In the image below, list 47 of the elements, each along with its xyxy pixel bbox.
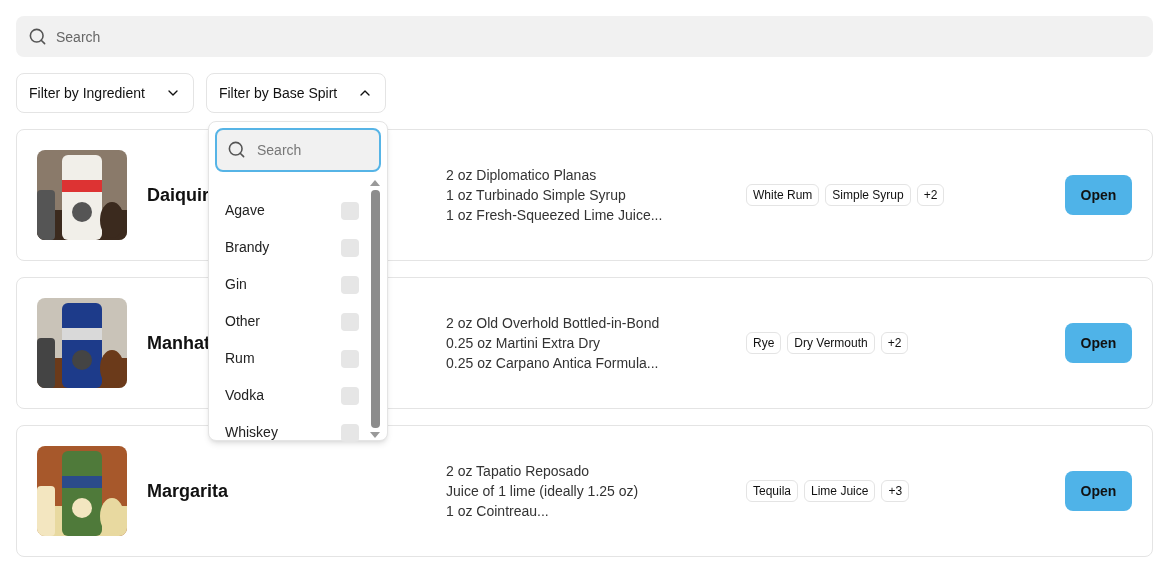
cocktail-name: Margarita [147, 479, 229, 503]
ingredient-line: 0.25 oz Carpano Antica Formula... [446, 354, 660, 373]
checkbox[interactable] [341, 201, 359, 220]
option-item[interactable]: Gin [215, 266, 369, 303]
option-item[interactable]: Other [215, 303, 369, 340]
option-item[interactable]: Brandy [215, 229, 369, 266]
open-button[interactable]: Open [1065, 175, 1132, 215]
tag: White Rum [746, 184, 820, 206]
tag: Simple Syrup [825, 184, 911, 206]
tag: Dry Vermouth [787, 332, 875, 354]
checkbox[interactable] [341, 238, 359, 257]
cocktail-name: Daiquir [147, 183, 209, 207]
filter-dropdown[interactable]: Filter by Base Spirt [205, 73, 387, 113]
scrollbar[interactable] [369, 180, 381, 438]
scroll-down-icon[interactable] [370, 432, 380, 438]
ingredient-line: 1 oz Turbinado Simple Syrup [446, 186, 627, 205]
tag: Rye [746, 332, 782, 354]
tag: +3 [881, 480, 910, 502]
option-item[interactable]: Agave [215, 192, 369, 229]
scroll-up-icon[interactable] [370, 180, 380, 186]
ingredient-line: 2 oz Old Overhold Bottled-in-Bond [446, 314, 661, 333]
ingredient-line: 0.25 oz Martini Extra Dry [446, 334, 602, 353]
search-icon [227, 140, 246, 159]
option-item[interactable]: Rum [215, 340, 369, 377]
ingredient-line: 1 oz Cointreau... [446, 502, 550, 521]
tag: Lime Juice [804, 480, 876, 502]
ingredient-line: 2 oz Tapatio Reposado [446, 462, 590, 481]
ingredient-line: Juice of 1 lime (ideally 1.25 oz) [446, 482, 640, 501]
checkbox[interactable] [341, 423, 359, 442]
checkbox[interactable] [341, 349, 359, 368]
open-button[interactable]: Open [1065, 471, 1132, 511]
search-field[interactable]: Search [16, 16, 1153, 57]
checkbox[interactable] [341, 312, 359, 331]
dropdown-search-field[interactable]: Search [215, 128, 381, 172]
tag: +2 [916, 184, 945, 206]
option-item[interactable]: Whiskey [215, 414, 369, 451]
tag: +2 [880, 332, 909, 354]
tag: Tequila [746, 480, 799, 502]
ingredient-line: 2 oz Diplomatico Planas [446, 166, 598, 185]
search-icon [28, 27, 47, 46]
open-button[interactable]: Open [1065, 323, 1132, 363]
cocktail-name: Manhat [147, 331, 210, 355]
option-item[interactable]: Vodka [215, 377, 369, 414]
checkbox[interactable] [341, 386, 359, 405]
filter-dropdown[interactable]: Filter by Ingredient [16, 73, 194, 113]
ingredient-line: 1 oz Fresh-Squeezed Lime Juice... [446, 206, 664, 225]
checkbox[interactable] [341, 275, 359, 294]
